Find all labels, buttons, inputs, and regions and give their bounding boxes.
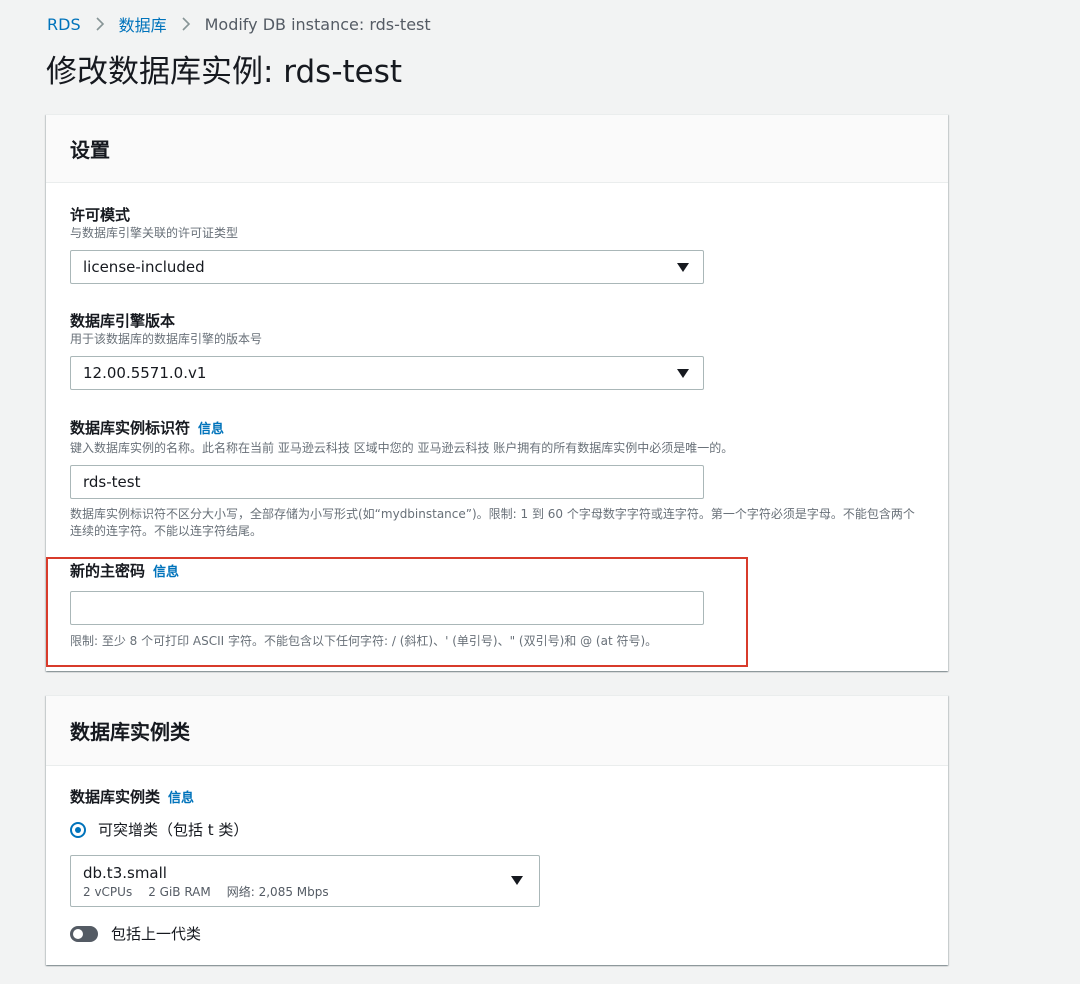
identifier-label: 数据库实例标识符 [70,419,191,437]
caret-down-icon [677,263,689,272]
chevron-right-icon [181,16,191,32]
page: RDS 数据库 Modify DB instance: rds-test 修改数… [0,0,1080,984]
burstable-radio-row[interactable]: 可突增类（包括 t 类） [70,819,924,840]
identifier-label-row: 数据库实例标识符 信息 [70,418,924,440]
burstable-radio-label: 可突增类（包括 t 类） [98,821,249,839]
instance-class-info-link[interactable]: 信息 [168,791,194,806]
breadcrumb: RDS 数据库 Modify DB instance: rds-test [47,12,431,36]
engine-version-select-value: 12.00.5571.0.v1 [83,364,207,382]
master-password-field: 新的主密码 信息 限制: 至少 8 个可打印 ASCII 字符。不能包含以下任何字… [70,561,924,650]
instance-class-card-header: 数据库实例类 [46,696,948,766]
previous-generation-label: 包括上一代类 [111,925,202,943]
caret-down-icon [677,369,689,378]
license-field: 许可模式 与数据库引擎关联的许可证类型 license-included [70,205,924,284]
identifier-info-link[interactable]: 信息 [198,422,224,437]
previous-generation-toggle[interactable] [70,925,98,942]
master-password-label-row: 新的主密码 信息 [70,561,924,583]
license-select-value: license-included [83,258,205,276]
master-password-info-link[interactable]: 信息 [153,565,179,580]
breadcrumb-databases[interactable]: 数据库 [119,12,167,36]
master-password-label: 新的主密码 [70,562,146,580]
license-label: 许可模式 [70,206,131,224]
settings-card-title: 设置 [70,138,110,162]
instance-class-vcpus: 2 vCPUs [83,885,133,899]
settings-card: 设置 许可模式 与数据库引擎关联的许可证类型 license-included … [46,114,948,671]
instance-class-label: 数据库实例类 [70,788,161,806]
breadcrumb-rds[interactable]: RDS [47,15,81,34]
license-desc: 与数据库引擎关联的许可证类型 [70,226,239,240]
breadcrumb-current: Modify DB instance: rds-test [204,14,431,34]
identifier-input[interactable]: rds-test [70,465,704,499]
engine-version-label: 数据库引擎版本 [70,312,176,330]
toggle-knob [73,928,83,939]
identifier-input-value: rds-test [83,473,141,491]
instance-class-network: 网络: 2,085 Mbps [226,885,329,899]
engine-version-field: 数据库引擎版本 用于该数据库的数据库引擎的版本号 12.00.5571.0.v1 [70,311,924,390]
instance-class-field: 数据库实例类 信息 可突增类（包括 t 类） db.t3.small 2 vCPU… [70,787,924,944]
instance-class-card: 数据库实例类 数据库实例类 信息 可突增类（包括 t 类） db.t3.small… [46,695,948,965]
page-title: 修改数据库实例: rds-test [46,54,403,90]
master-password-input[interactable] [70,591,704,625]
settings-card-header: 设置 [46,115,948,183]
instance-class-ram: 2 GiB RAM [148,885,211,899]
instance-class-select[interactable]: db.t3.small 2 vCPUs 2 GiB RAM 网络: 2,085 Mb… [70,855,540,907]
radio-selected-dot [75,826,81,833]
instance-class-specs: 2 vCPUs 2 GiB RAM 网络: 2,085 Mbps [83,883,539,901]
engine-version-select[interactable]: 12.00.5571.0.v1 [70,356,704,390]
master-password-constraint: 限制: 至少 8 个可打印 ASCII 字符。不能包含以下任何字符: / (斜杠… [70,634,658,648]
identifier-field: 数据库实例标识符 信息 键入数据库实例的名称。此名称在当前 亚马逊云科技 区域中您… [70,418,924,540]
instance-class-card-title: 数据库实例类 [70,720,190,744]
caret-down-icon [511,876,523,885]
instance-class-name: db.t3.small [83,864,167,882]
chevron-right-icon [95,16,105,32]
license-select[interactable]: license-included [70,250,704,284]
identifier-desc: 键入数据库实例的名称。此名称在当前 亚马逊云科技 区域中您的 亚马逊云科技 账户… [70,441,734,455]
identifier-constraint: 数据库实例标识符不区分大小写，全部存储为小写形式(如“mydbinstance”… [70,507,915,538]
engine-version-desc: 用于该数据库的数据库引擎的版本号 [70,332,263,346]
instance-class-label-row: 数据库实例类 信息 [70,787,924,809]
previous-generation-toggle-row[interactable]: 包括上一代类 [70,923,924,944]
burstable-radio[interactable] [70,821,86,838]
